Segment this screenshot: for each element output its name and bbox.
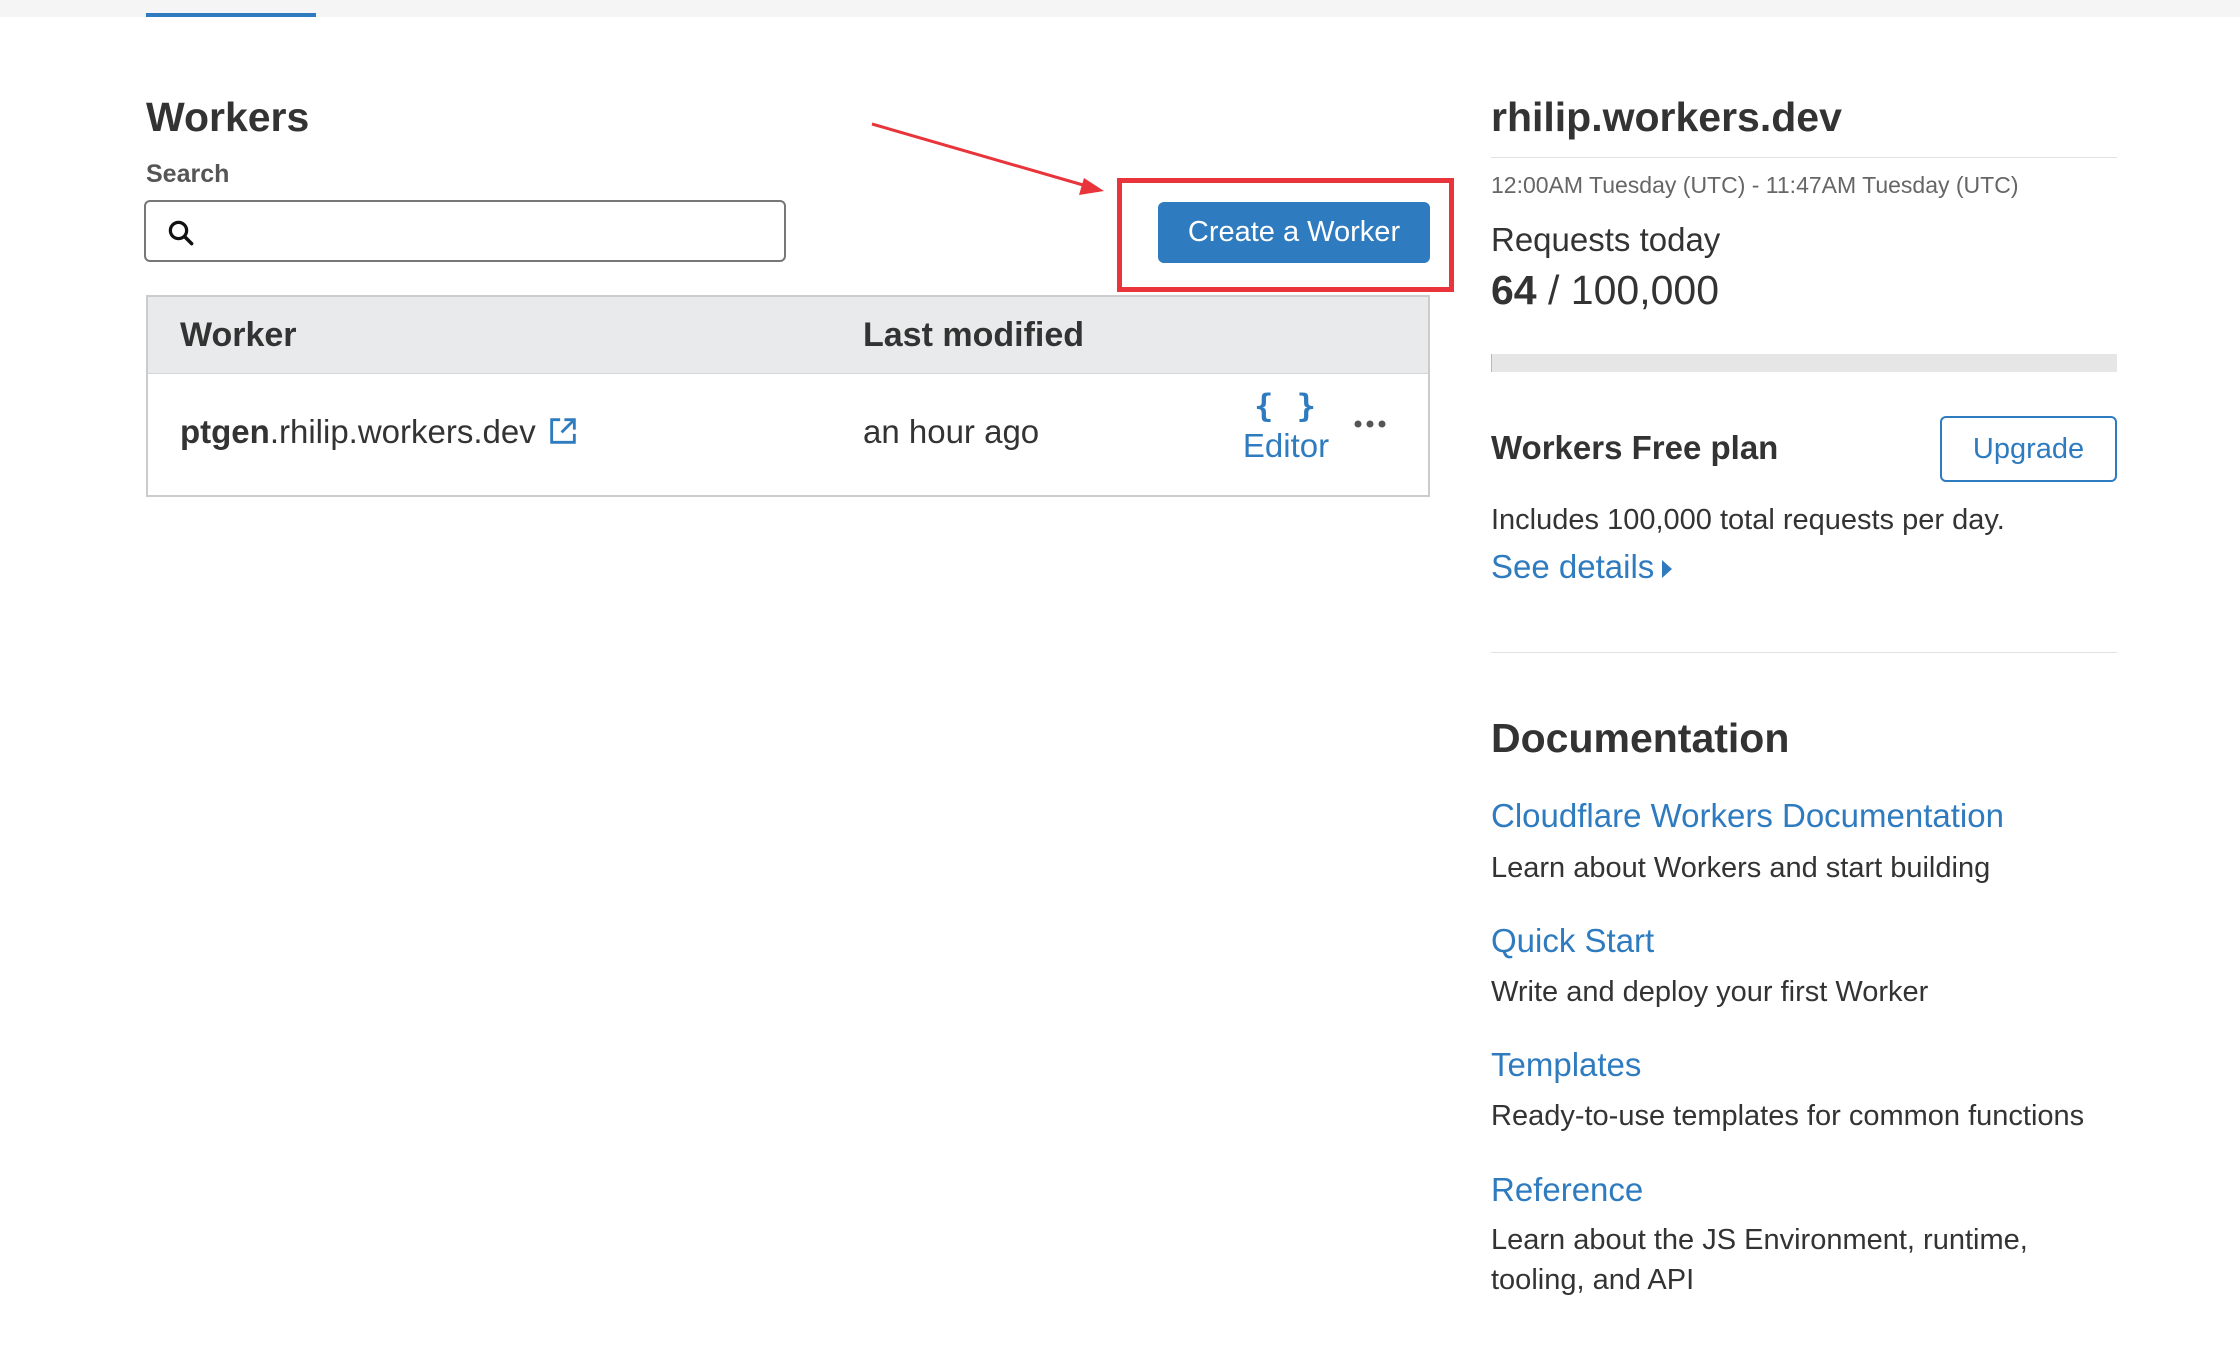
caret-right-icon bbox=[1662, 560, 1673, 579]
column-header-last-modified: Last modified bbox=[863, 316, 1085, 354]
documentation-title: Documentation bbox=[1491, 715, 1790, 761]
doc-description: Ready-to-use templates for common functi… bbox=[1491, 1100, 2085, 1132]
search-icon bbox=[168, 220, 194, 246]
see-details-label: See details bbox=[1491, 548, 1655, 585]
doc-description: Learn about the JS Environment, runtime,… bbox=[1491, 1224, 2028, 1296]
doc-link-quick-start[interactable]: Quick Start bbox=[1491, 920, 1654, 962]
editor-label: Editor bbox=[1242, 427, 1330, 464]
active-tab-indicator bbox=[146, 13, 316, 17]
requests-used: 64 bbox=[1491, 267, 1537, 313]
search-box[interactable] bbox=[144, 200, 786, 262]
plan-name: Workers Free plan bbox=[1491, 429, 1779, 466]
page-title: Workers bbox=[146, 94, 310, 140]
requests-separator: / bbox=[1536, 267, 1571, 313]
doc-description: Write and deploy your first Worker bbox=[1491, 976, 1929, 1008]
worker-name: ptgen bbox=[180, 413, 270, 450]
workers-table: Worker Last modified ptgen.rhilip.worker… bbox=[146, 295, 1430, 497]
see-details-link[interactable]: See details bbox=[1491, 545, 1673, 589]
doc-link-reference[interactable]: Reference bbox=[1491, 1169, 1643, 1211]
requests-limit: 100,000 bbox=[1570, 267, 1720, 313]
top-nav-bar bbox=[0, 0, 2240, 17]
requests-today-label: Requests today bbox=[1491, 221, 1721, 258]
worker-domain: .rhilip.workers.dev bbox=[269, 413, 536, 450]
divider bbox=[1491, 652, 2117, 653]
search-label: Search bbox=[146, 160, 230, 188]
editor-link[interactable]: { } Editor bbox=[1226, 386, 1346, 466]
requests-today-value: 64 / 100,000 bbox=[1491, 265, 1719, 315]
doc-link-templates[interactable]: Templates bbox=[1491, 1044, 1641, 1086]
more-horizontal-icon[interactable] bbox=[1350, 412, 1390, 436]
upgrade-button[interactable]: Upgrade bbox=[1940, 416, 2117, 482]
column-header-worker: Worker bbox=[180, 316, 297, 354]
plan-description: Includes 100,000 total requests per day. bbox=[1491, 504, 2005, 536]
divider bbox=[1491, 157, 2117, 158]
table-row: ptgen.rhilip.workers.dev an hour ago { }… bbox=[148, 374, 1428, 495]
requests-usage-bar bbox=[1491, 354, 2117, 372]
search-input[interactable] bbox=[210, 208, 774, 256]
doc-link-workers-documentation[interactable]: Cloudflare Workers Documentation bbox=[1491, 795, 2004, 837]
table-header: Worker Last modified bbox=[148, 297, 1428, 374]
worker-route-link[interactable]: ptgen.rhilip.workers.dev bbox=[180, 412, 536, 452]
doc-description: Learn about Workers and start building bbox=[1491, 852, 1991, 884]
account-subdomain-title: rhilip.workers.dev bbox=[1491, 94, 1842, 140]
external-link-icon[interactable] bbox=[546, 414, 580, 448]
code-braces-icon: { } bbox=[1254, 387, 1318, 425]
last-modified-value: an hour ago bbox=[863, 413, 1040, 450]
time-range: 12:00AM Tuesday (UTC) - 11:47AM Tuesday … bbox=[1491, 172, 2019, 198]
annotation-highlight-box bbox=[1117, 178, 1454, 292]
